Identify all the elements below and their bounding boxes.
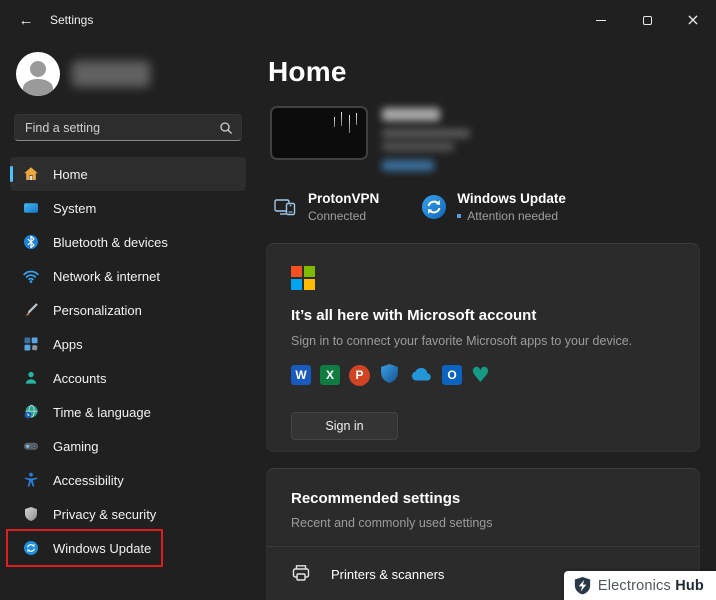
sidebar-item-label: Accounts — [53, 370, 107, 386]
close-icon: × — [686, 10, 700, 29]
sidebar-item-system[interactable]: System — [10, 191, 246, 225]
sidebar-item-label: System — [53, 200, 97, 216]
search-box[interactable] — [14, 114, 242, 141]
accounts-icon — [22, 370, 39, 387]
page-title: Home — [268, 56, 347, 87]
user-name-redacted — [72, 61, 150, 87]
powerpoint-icon: P — [349, 364, 370, 386]
minimize-button[interactable] — [578, 0, 624, 40]
device-card[interactable] — [270, 106, 700, 171]
status-title: ProtonVPN — [308, 191, 380, 206]
avatar — [16, 52, 60, 96]
sidebar-item-gaming[interactable]: Gaming — [10, 429, 246, 463]
sidebar-item-label: Personalization — [53, 302, 142, 318]
microsoft-account-card: It’s all here with Microsoft account Sig… — [266, 243, 700, 452]
apps-icon — [22, 336, 39, 353]
recommended-title: Recommended settings — [291, 490, 461, 507]
window-title: Settings — [50, 13, 94, 27]
bluetooth-icon — [22, 234, 39, 251]
onedrive-icon — [409, 366, 433, 385]
sidebar-item-accounts[interactable]: Accounts — [10, 361, 246, 395]
sidebar-item-bluetooth-devices[interactable]: Bluetooth & devices — [10, 225, 246, 259]
sidebar-item-windows-update[interactable]: Windows Update — [10, 531, 246, 565]
device-info — [382, 106, 470, 171]
word-icon: W — [291, 365, 311, 385]
sign-in-button[interactable]: Sign in — [291, 412, 398, 440]
close-button[interactable]: × — [670, 0, 716, 40]
ms-card-subtitle: Sign in to connect your favorite Microso… — [291, 334, 633, 348]
status-text: Attention needed — [467, 209, 559, 223]
sidebar-nav: Home System Bluetooth & devices Network … — [6, 157, 246, 567]
device-name-redacted — [382, 108, 440, 121]
sidebar-item-label: Network & internet — [53, 268, 160, 284]
printer-icon — [291, 563, 311, 586]
gaming-icon — [22, 438, 39, 455]
windows-update-status-icon — [421, 194, 447, 220]
recommended-header: Recommended settings Recent and commonly… — [267, 469, 699, 547]
privacy-security-icon — [22, 506, 39, 523]
search-icon — [220, 121, 233, 134]
window-controls: × — [578, 0, 716, 40]
sidebar-item-network-internet[interactable]: Network & internet — [10, 259, 246, 293]
system-icon — [22, 200, 39, 217]
ms-apps-row: W X P O ♥ — [291, 363, 675, 387]
excel-icon: X — [320, 365, 340, 385]
status-text: Connected — [308, 209, 367, 223]
main-content: Home ProtonVPN Connected Windows Update … — [256, 40, 716, 600]
watermark-brand: Electronics — [597, 577, 671, 594]
sidebar-item-label: Privacy & security — [53, 506, 157, 522]
sidebar: Home System Bluetooth & devices Network … — [0, 40, 256, 600]
sidebar-item-label: Bluetooth & devices — [53, 234, 168, 250]
status-item-protonvpn[interactable]: ProtonVPN Connected — [272, 191, 379, 223]
search-input[interactable] — [25, 120, 219, 135]
minimize-icon — [596, 19, 606, 21]
back-icon: ← — [18, 11, 34, 29]
status-item-windows-update[interactable]: Windows Update Attention needed — [421, 191, 566, 223]
accessibility-icon — [22, 472, 39, 489]
time-language-icon — [22, 404, 39, 421]
watermark-electronics-hub: Electronics Hub — [563, 571, 716, 600]
sidebar-item-apps[interactable]: Apps — [10, 327, 246, 361]
device-spec-redacted — [382, 142, 454, 151]
titlebar: ← Settings × — [0, 0, 716, 40]
maximize-icon — [642, 15, 652, 25]
sidebar-item-label: Apps — [53, 336, 83, 352]
sidebar-item-privacy-security[interactable]: Privacy & security — [10, 497, 246, 531]
defender-icon — [379, 363, 400, 387]
sidebar-item-label: Windows Update — [53, 540, 152, 556]
windows-update-icon — [22, 540, 39, 557]
microsoft-logo-icon — [291, 266, 675, 290]
sidebar-item-label: Gaming — [53, 438, 99, 454]
user-profile[interactable] — [16, 52, 242, 96]
vpn-monitor-icon — [272, 194, 298, 220]
outlook-icon: O — [442, 365, 462, 385]
sidebar-item-label: Accessibility — [53, 472, 124, 488]
back-button[interactable]: ← — [10, 7, 42, 33]
watermark-brand-bold: Hub — [675, 577, 704, 594]
status-title: Windows Update — [457, 191, 566, 206]
maximize-button[interactable] — [624, 0, 670, 40]
personalization-icon — [22, 302, 39, 319]
row-label: Printers & scanners — [331, 566, 445, 582]
home-icon — [22, 166, 39, 183]
device-rename-link-redacted[interactable] — [382, 160, 434, 171]
electronics-hub-shield-icon — [574, 577, 590, 595]
sidebar-item-time-language[interactable]: Time & language — [10, 395, 246, 429]
settings-window: { "titlebar": { "title": "Settings" }, "… — [0, 0, 716, 600]
device-thumbnail — [270, 106, 368, 160]
recommended-subtitle: Recent and commonly used settings — [291, 516, 493, 530]
status-row: ProtonVPN Connected Windows Update Atten… — [272, 191, 700, 223]
family-safety-icon: ♥ — [471, 363, 490, 387]
ms-card-title: It’s all here with Microsoft account — [291, 307, 537, 324]
network-icon — [22, 268, 39, 285]
sidebar-item-home[interactable]: Home — [10, 157, 246, 191]
sidebar-item-label: Time & language — [53, 404, 151, 420]
sidebar-item-accessibility[interactable]: Accessibility — [10, 463, 246, 497]
sidebar-item-label: Home — [53, 166, 88, 182]
sidebar-item-personalization[interactable]: Personalization — [10, 293, 246, 327]
device-spec-redacted — [382, 129, 470, 138]
attention-dot — [457, 214, 462, 218]
